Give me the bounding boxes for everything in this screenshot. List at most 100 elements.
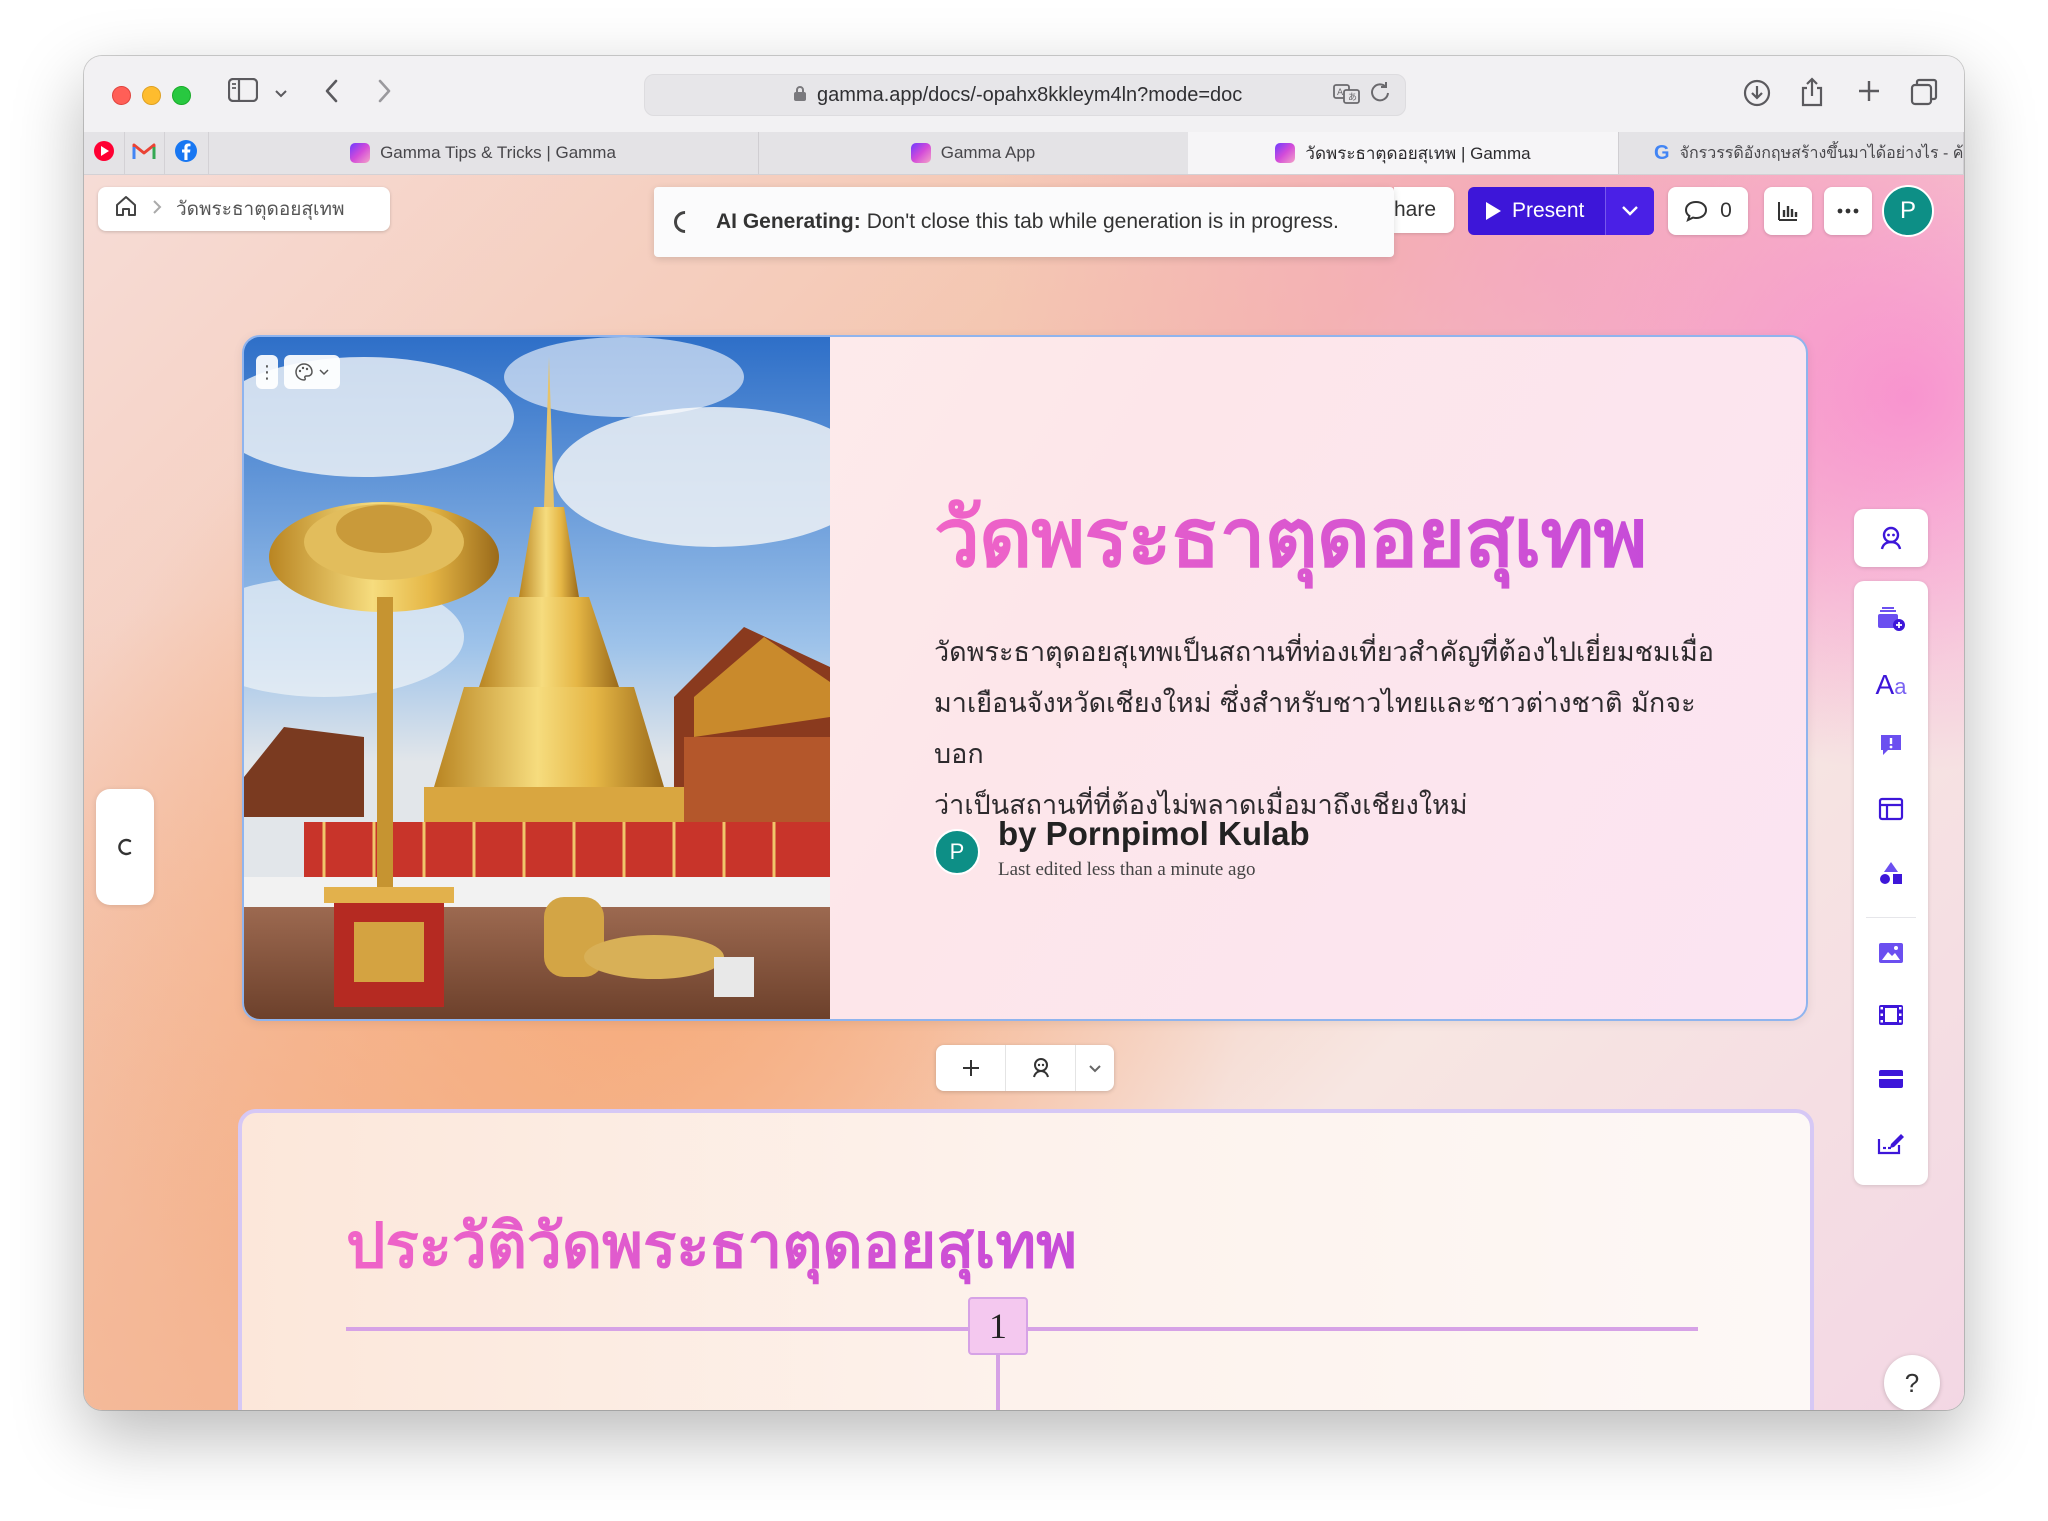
sidebar-toggle-icon[interactable] — [227, 77, 259, 108]
edit-form-icon — [1877, 1134, 1904, 1155]
home-icon[interactable] — [114, 195, 138, 223]
card-style-button[interactable] — [284, 355, 340, 389]
comment-icon — [1685, 200, 1708, 222]
zoom-window-button[interactable] — [172, 86, 191, 105]
reload-icon[interactable] — [1369, 81, 1391, 109]
present-options-button[interactable] — [1605, 187, 1654, 235]
facebook-icon — [174, 139, 198, 168]
breadcrumb-page[interactable]: วัดพระธาตุดอยสุเทพ — [176, 194, 345, 224]
temple-illustration — [244, 337, 830, 1019]
sidebar-item-layout[interactable] — [1854, 785, 1928, 833]
pinned-tab-facebook[interactable] — [164, 132, 209, 174]
film-icon — [1879, 1005, 1903, 1025]
sidebar-item-text[interactable]: Aa — [1854, 661, 1928, 709]
card-title[interactable]: ประวัติวัดพระธาตุดอยสุเทพ — [346, 1197, 1077, 1295]
gmail-icon — [132, 142, 156, 165]
drag-handle-icon[interactable]: ⋮ — [256, 355, 278, 389]
ai-assistant-icon — [1032, 1058, 1049, 1078]
generating-label: AI Generating: — [716, 210, 861, 233]
sidebar-item-callout[interactable] — [1854, 721, 1928, 769]
outline-loader[interactable] — [96, 789, 154, 905]
chevron-down-icon — [1622, 206, 1638, 216]
close-window-button[interactable] — [112, 86, 131, 105]
loading-spinner-icon — [118, 838, 132, 856]
ai-add-card-button[interactable] — [1006, 1045, 1075, 1091]
sidebar-divider — [1866, 917, 1916, 918]
generating-message: Don't close this tab while generation is… — [866, 210, 1339, 233]
card-description[interactable]: วัดพระธาตุดอยสุเทพเป็นสถานที่ท่องเที่ยวส… — [934, 627, 1714, 831]
translate-icon[interactable]: Aあ — [1333, 83, 1361, 111]
sidebar-item-shapes[interactable] — [1854, 849, 1928, 897]
loading-spinner-icon — [669, 206, 701, 238]
sidebar-item-video[interactable] — [1854, 991, 1928, 1039]
palette-icon — [295, 363, 313, 381]
title-card[interactable]: ⋮ วัดพระธาตุดอยสุเทพ วัดพระธาตุดอยสุเทพเ… — [242, 335, 1808, 1021]
add-card-options-button[interactable] — [1075, 1045, 1114, 1091]
address-bar[interactable]: gamma.app/docs/-opahx8kkleym4ln?mode=doc… — [644, 74, 1406, 116]
chevron-down-icon[interactable] — [274, 80, 288, 110]
sidebar-item-add-card[interactable] — [1854, 595, 1928, 643]
history-card[interactable]: ประวัติวัดพระธาตุดอยสุเทพ 1 — [238, 1109, 1814, 1410]
chevron-right-icon — [152, 198, 162, 221]
chevron-down-icon — [319, 368, 329, 375]
ai-assistant-icon — [1880, 526, 1902, 550]
text-format-icon: Aa — [1875, 669, 1907, 700]
card-toolbar: ⋮ — [256, 355, 340, 389]
ai-assistant-button[interactable] — [1854, 509, 1928, 567]
tab-gamma-tips[interactable]: Gamma Tips & Tricks | Gamma — [208, 132, 759, 174]
new-tab-icon[interactable] — [1856, 78, 1882, 110]
tab-gamma-app[interactable]: Gamma App — [758, 132, 1189, 174]
share-icon[interactable] — [1798, 76, 1826, 114]
card-title[interactable]: วัดพระธาตุดอยสุเทพ — [934, 473, 1648, 603]
pinned-tab-youtube[interactable] — [84, 132, 125, 174]
svg-text:あ: あ — [1348, 92, 1357, 103]
tab-label: วัดพระธาตุดอยสุเทพ | Gamma — [1305, 143, 1531, 163]
last-edited: Last edited less than a minute ago — [998, 859, 1256, 880]
minimize-window-button[interactable] — [142, 86, 161, 105]
svg-text:A: A — [1337, 88, 1344, 98]
gamma-document: วัดพระธาตุดอยสุเทพ hare AI Generating: D… — [84, 175, 1964, 1410]
temple-photo[interactable]: ⋮ — [244, 337, 830, 1019]
bar-chart-icon — [1778, 202, 1798, 221]
breadcrumb: วัดพระธาตุดอยสุเทพ — [98, 187, 390, 231]
gamma-logo-icon — [910, 143, 931, 163]
present-label: Present — [1512, 199, 1585, 222]
chevron-down-icon — [1089, 1064, 1101, 1072]
present-button[interactable]: Present — [1468, 199, 1605, 223]
add-card-button[interactable] — [936, 1045, 1007, 1091]
share-button[interactable]: hare — [1394, 187, 1454, 233]
ai-generating-banner: AI Generating: Don't close this tab whil… — [654, 187, 1394, 257]
gamma-logo-icon — [350, 143, 371, 163]
help-button[interactable]: ? — [1884, 1355, 1940, 1410]
tab-bar: Gamma Tips & Tricks | Gamma Gamma App วั… — [84, 132, 1964, 175]
url-text: gamma.app/docs/-opahx8kkleym4ln?mode=doc — [817, 84, 1243, 106]
comments-button[interactable]: 0 — [1668, 187, 1748, 235]
sidebar-item-embed[interactable] — [1854, 1055, 1928, 1103]
insert-sidebar: Aa — [1854, 581, 1928, 1185]
tab-wat-phra-that[interactable]: วัดพระธาตุดอยสุเทพ | Gamma — [1188, 132, 1619, 174]
tab-overview-icon[interactable] — [1910, 78, 1938, 112]
author-name: by Pornpimol Kulab — [998, 815, 1310, 852]
pinned-tab-gmail[interactable] — [124, 132, 165, 174]
sidebar-item-image[interactable] — [1854, 929, 1928, 977]
timeline-connector — [996, 1353, 1000, 1410]
google-icon: G — [1654, 141, 1670, 164]
callout-icon — [1881, 735, 1901, 755]
present-button-group: Present — [1468, 187, 1654, 235]
author-avatar: P — [934, 829, 980, 875]
download-icon[interactable] — [1742, 78, 1772, 114]
more-options-button[interactable] — [1824, 187, 1872, 235]
sidebar-item-form[interactable] — [1854, 1119, 1928, 1167]
help-label: ? — [1904, 1367, 1920, 1398]
back-icon[interactable] — [324, 78, 340, 110]
user-avatar[interactable]: P — [1882, 185, 1934, 237]
shapes-icon — [1880, 862, 1902, 884]
tab-google-search[interactable]: G จักรวรรดิอังกฤษสร้างขึ้นมาได้อย่างไร -… — [1618, 132, 1964, 174]
analytics-button[interactable] — [1764, 187, 1812, 235]
tab-label: Gamma Tips & Tricks | Gamma — [380, 143, 616, 162]
play-icon — [1486, 202, 1501, 220]
description-line: มาเยือนจังหวัดเชียงใหม่ ซึ่งสำหรับชาวไทย… — [934, 688, 1696, 770]
browser-window: gamma.app/docs/-opahx8kkleym4ln?mode=doc… — [84, 56, 1964, 1410]
forward-icon[interactable] — [376, 78, 392, 110]
author-info: P by Pornpimol Kulab Last edited less th… — [934, 815, 1310, 881]
